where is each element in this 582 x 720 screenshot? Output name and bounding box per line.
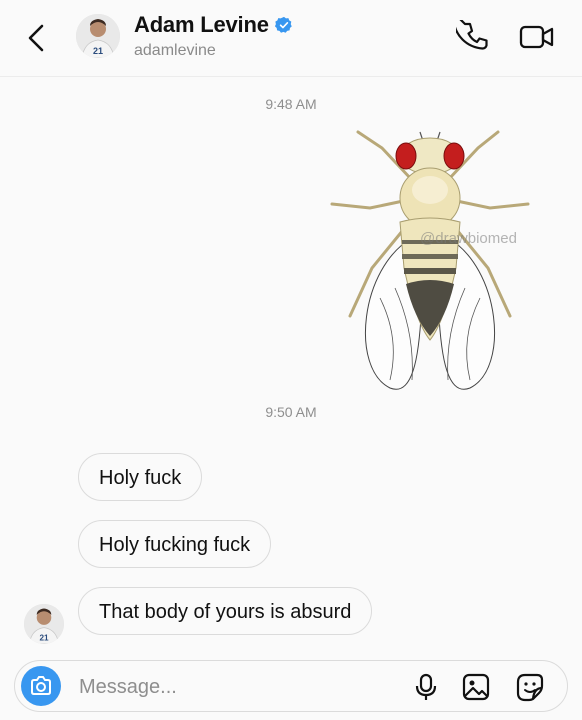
avatar[interactable]: 21 [76, 14, 120, 58]
contact-username: adamlevine [134, 42, 216, 59]
chevron-left-icon [28, 24, 44, 52]
audio-call-button[interactable] [452, 14, 490, 54]
svg-text:21: 21 [93, 46, 103, 56]
phone-icon [452, 14, 488, 50]
camera-button[interactable] [21, 666, 61, 706]
received-message[interactable]: Holy fuck [78, 453, 203, 501]
contact-display-name: Adam Levine [134, 12, 269, 37]
camera-icon [31, 676, 51, 695]
back-button[interactable] [22, 20, 52, 56]
message-timestamp: 9:50 AM [265, 404, 317, 420]
received-message[interactable]: Holy fucking fuck [78, 520, 272, 568]
verified-badge-icon [274, 16, 292, 33]
message-input[interactable] [77, 673, 381, 701]
shared-image[interactable] [320, 118, 540, 396]
video-camera-icon [519, 25, 554, 49]
received-message[interactable]: That body of yours is absurd [78, 587, 373, 635]
svg-text:21: 21 [39, 633, 49, 642]
fruit-fly-illustration [330, 130, 530, 390]
gallery-icon[interactable] [461, 672, 491, 702]
image-watermark: @drawbiomed [420, 230, 517, 247]
microphone-icon[interactable] [411, 672, 441, 702]
sticker-icon[interactable] [515, 672, 545, 702]
message-timestamp: 9:48 AM [265, 96, 317, 112]
message-composer [14, 660, 568, 712]
sender-avatar[interactable]: 21 [24, 604, 64, 644]
video-call-button[interactable] [518, 20, 556, 54]
chat-header: 21 Adam Levine adamlevine [0, 0, 582, 77]
contact-name-row[interactable]: Adam Levine [134, 12, 293, 38]
